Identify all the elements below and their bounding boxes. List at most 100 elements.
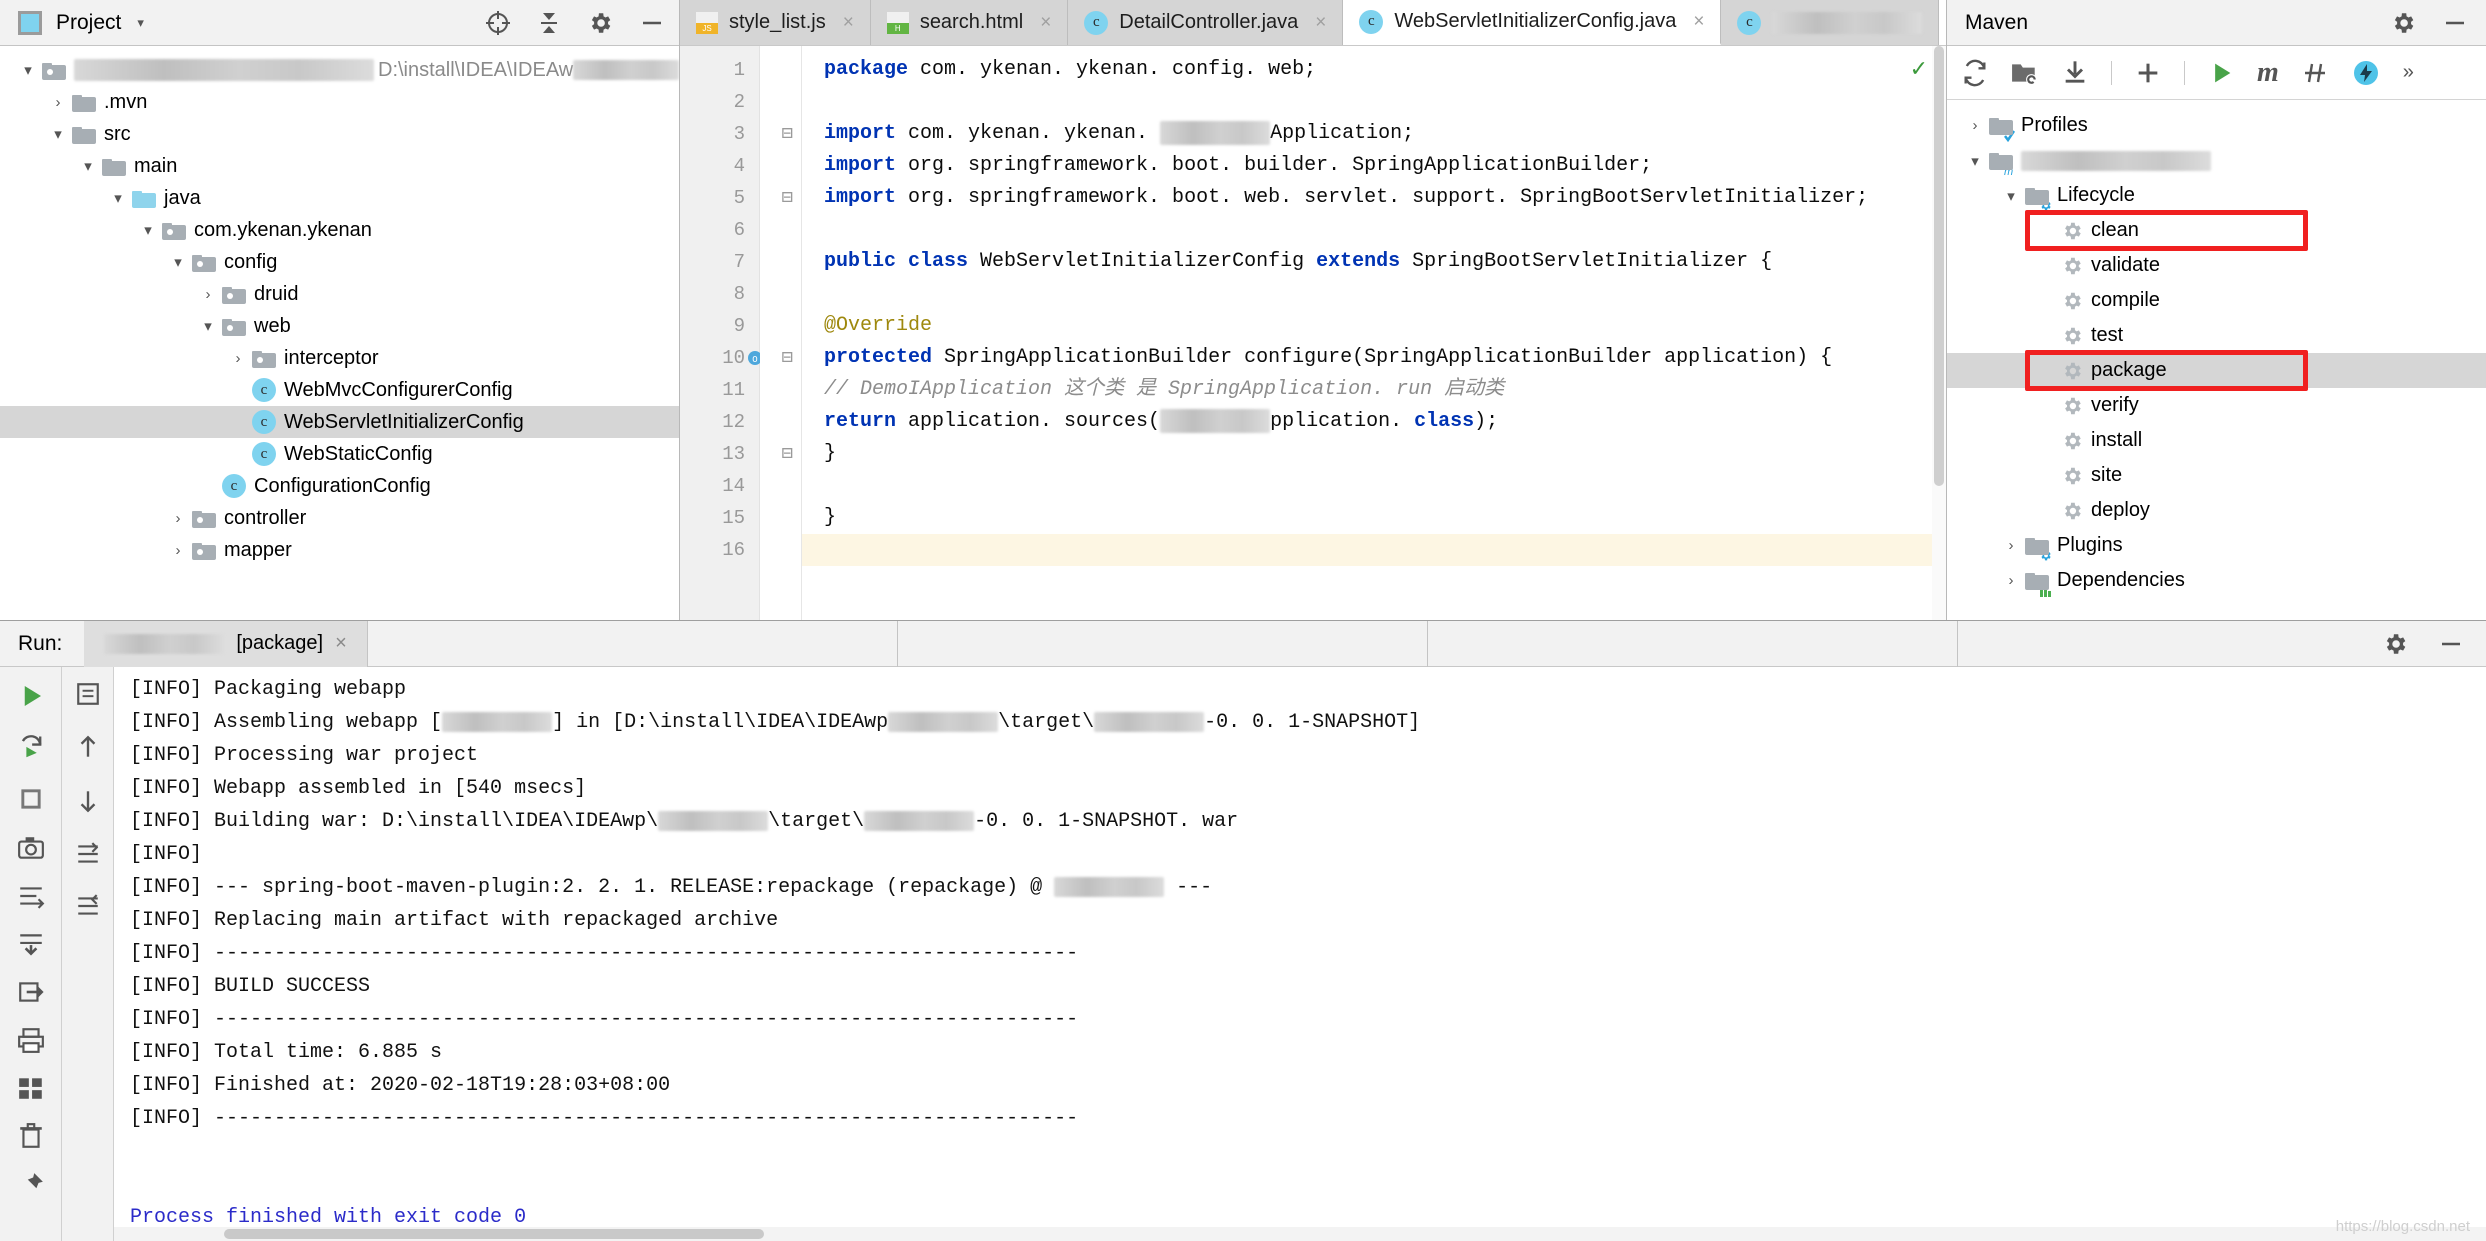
chevron-right-icon[interactable]: › [1961,117,1989,134]
editor-vertical-scrollbar[interactable] [1932,46,1946,620]
rerun-failed-icon[interactable] [16,733,46,763]
tree-item-main[interactable]: ▾ main [0,150,679,182]
run-icon[interactable] [2207,59,2235,87]
generate-sources-icon[interactable] [2011,60,2039,86]
maven-item-clean[interactable]: clean [1947,210,2486,251]
maven-item-validate[interactable]: validate [1947,248,2486,283]
tree-item-web[interactable]: ▾ web [0,310,679,342]
maven-item-redacted[interactable]: ▾ m [1947,143,2486,178]
more-icon[interactable]: » [2403,61,2414,84]
maven-toolbar[interactable]: m » [1947,46,2486,100]
collapse-all-icon[interactable] [537,10,561,36]
code-line[interactable]: // DemoIApplication 这个类 是 SpringApplicat… [802,374,1946,406]
print-icon[interactable] [17,1027,45,1053]
maven-item-plugins[interactable]: › Plugins [1947,528,2486,563]
project-tree[interactable]: ▾ D:\install\IDEA\IDEAw › .mvn ▾ src ▾ main ▾ jav… [0,46,679,620]
tree-item-controller[interactable]: › controller [0,502,679,534]
maven-item-profiles[interactable]: › Profiles [1947,108,2486,143]
chevron-down-icon[interactable]: ▾ [134,221,162,239]
maven-item-install[interactable]: install [1947,423,2486,458]
toggle-skip-tests-icon[interactable] [2301,60,2329,86]
maven-item-site[interactable]: site [1947,458,2486,493]
maven-item-test[interactable]: test [1947,318,2486,353]
trash-icon[interactable] [17,1123,45,1149]
gear-icon[interactable] [2390,10,2416,36]
fold-marker[interactable]: ⊟ [760,118,801,150]
code-line[interactable]: } [802,438,1946,470]
add-icon[interactable] [2134,59,2162,87]
tree-item-webstaticconfig[interactable]: c WebStaticConfig [0,438,679,470]
maven-item-deploy[interactable]: deploy [1947,493,2486,528]
code-line[interactable]: return application. sources(pplication. … [802,406,1946,438]
maven-item-lifecycle[interactable]: ▾ Lifecycle [1947,178,2486,213]
stop-icon[interactable] [17,785,45,813]
layout-icon[interactable] [17,1075,45,1101]
hide-panel-icon[interactable] [639,10,665,36]
tree-item-config[interactable]: ▾ config [0,246,679,278]
tree-item--mvn[interactable]: › .mvn [0,86,679,118]
expand-all-icon[interactable] [75,841,101,867]
editor-tab-bar[interactable]: style_list.js × search.html × c DetailControl… [680,0,1946,46]
chevron-down-icon[interactable]: ▾ [1997,187,2025,205]
fold-gutter[interactable]: ⊟ ⊟ ⊟ ⊟ [760,46,802,620]
tree-item-src[interactable]: ▾ src [0,118,679,150]
inspection-status-icon[interactable]: ✓ [1910,56,1928,82]
reimport-icon[interactable] [1961,59,1989,87]
code-line[interactable] [802,534,1946,566]
chevron-down-icon[interactable]: ▾ [137,15,144,31]
pin-icon[interactable] [17,1171,45,1199]
hide-panel-icon[interactable] [2442,10,2468,36]
close-icon[interactable]: × [1693,11,1704,33]
editor-tab-style-list-js[interactable]: style_list.js × [680,0,871,45]
code-line[interactable]: protected SpringApplicationBuilder confi… [802,342,1946,374]
close-icon[interactable]: × [843,12,854,34]
camera-icon[interactable] [17,835,45,861]
gear-icon[interactable] [2382,631,2408,657]
code-content[interactable]: package com. ykenan. ykenan. config. web… [802,46,1946,620]
code-line[interactable] [802,470,1946,502]
close-icon[interactable]: × [1040,12,1051,34]
close-icon[interactable]: × [335,632,347,655]
console-horizontal-scrollbar[interactable] [114,1227,2486,1241]
code-line[interactable]: @Override [802,310,1946,342]
chevron-right-icon[interactable]: › [194,286,222,303]
gear-icon[interactable] [587,10,613,36]
chevron-right-icon[interactable]: › [44,94,72,111]
tree-item-com-ykenan-ykenan[interactable]: ▾ com.ykenan.ykenan [0,214,679,246]
tree-item-mapper[interactable]: › mapper [0,534,679,566]
chevron-right-icon[interactable]: › [164,510,192,527]
soft-wrap-icon[interactable] [75,681,101,707]
fold-marker[interactable]: ⊟ [760,438,801,470]
toggle-offline-icon[interactable] [2351,58,2381,88]
run-second-toolbar[interactable] [62,667,114,1241]
fold-marker[interactable]: ⊟ [760,182,801,214]
editor-tab-search-html[interactable]: search.html × [870,0,1069,45]
locate-icon[interactable] [485,10,511,36]
chevron-down-icon[interactable]: ▾ [104,189,132,207]
maven-item-verify[interactable]: verify [1947,388,2486,423]
chevron-down-icon[interactable]: ▾ [1961,152,1989,170]
editor-tab-redacted[interactable]: c [1721,0,1940,45]
chevron-down-icon[interactable]: ▾ [44,125,72,143]
hide-panel-icon[interactable] [2438,631,2464,657]
code-line[interactable]: import org. springframework. boot. build… [802,150,1946,182]
code-line[interactable] [802,214,1946,246]
fold-marker[interactable]: ⊟ [760,342,801,374]
tree-item-webmvcconfigurerconfig[interactable]: c WebMvcConfigurerConfig [0,374,679,406]
tree-item[interactable]: ▾ D:\install\IDEA\IDEAw [0,54,679,86]
tree-item-configurationconfig[interactable]: c ConfigurationConfig [0,470,679,502]
tree-item-java[interactable]: ▾ java [0,182,679,214]
tree-item-druid[interactable]: › druid [0,278,679,310]
collapse-all-icon[interactable] [75,893,101,919]
chevron-right-icon[interactable]: › [1997,537,2025,554]
rerun-icon[interactable] [16,681,46,711]
editor-tab-webservletinitializerconfig-java[interactable]: c WebServletInitializerConfig.java × [1343,0,1722,45]
code-line[interactable]: import org. springframework. boot. web. … [802,182,1946,214]
tree-item-interceptor[interactable]: › interceptor [0,342,679,374]
code-line[interactable] [802,86,1946,118]
project-view-icon[interactable] [18,10,42,35]
run-left-toolbar[interactable] [0,667,62,1241]
code-line[interactable]: public class WebServletInitializerConfig… [802,246,1946,278]
code-line[interactable] [802,278,1946,310]
maven-item-package[interactable]: package [1947,350,2486,391]
